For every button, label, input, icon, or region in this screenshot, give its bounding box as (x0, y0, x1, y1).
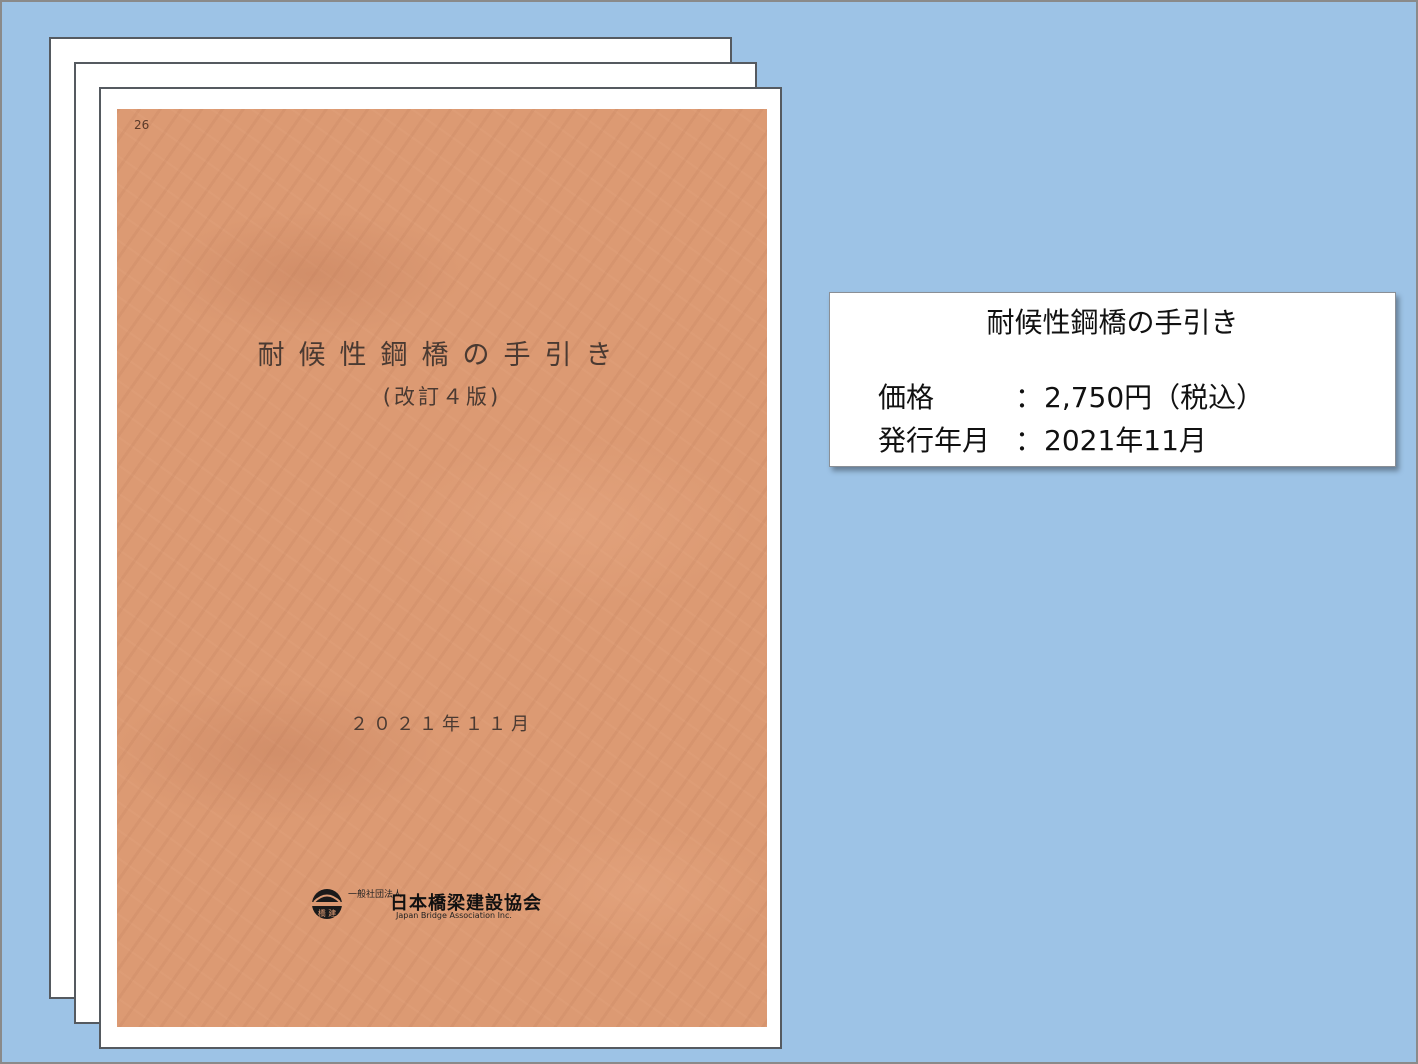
slide: 26 耐候性鋼橋の手引き (改訂４版) ２０２１年１１月 橋 建 一般社団法人 … (0, 0, 1418, 1064)
book-cover: 26 耐候性鋼橋の手引き (改訂４版) ２０２１年１１月 橋 建 一般社団法人 … (117, 109, 767, 1027)
book-info-box: 耐候性鋼橋の手引き 価格 ：2,750円（税込） 発行年月 ：2021年11月 (829, 292, 1396, 467)
cover-date: ２０２１年１１月 (350, 714, 534, 735)
publish-date-label: 発行年月 (878, 424, 991, 457)
price-label: 価格 (878, 381, 935, 414)
publish-date-colon: ： (1014, 424, 1043, 457)
cover-page-number: 26 (134, 118, 150, 132)
publisher-logo-icon: 橋 建 (311, 889, 343, 919)
svg-text:橋 建: 橋 建 (318, 908, 337, 918)
publish-date-row: 発行年月 ：2021年11月 (878, 419, 1207, 459)
cover-edition: (改訂４版) (382, 385, 502, 409)
cover-title: 耐候性鋼橋の手引き (257, 340, 627, 371)
publish-date-value: 2021年11月 (1044, 424, 1207, 457)
publisher-name-english: Japan Bridge Association Inc. (396, 911, 512, 920)
price-value: 2,750円（税込） (1044, 381, 1265, 414)
publisher-block: 橋 建 一般社団法人 日本橋梁建設協会 Japan Bridge Associa… (310, 887, 580, 921)
price-colon: ： (1014, 381, 1043, 414)
price-row: 価格 ：2,750円（税込） (878, 376, 1264, 416)
info-title: 耐候性鋼橋の手引き (986, 306, 1239, 339)
